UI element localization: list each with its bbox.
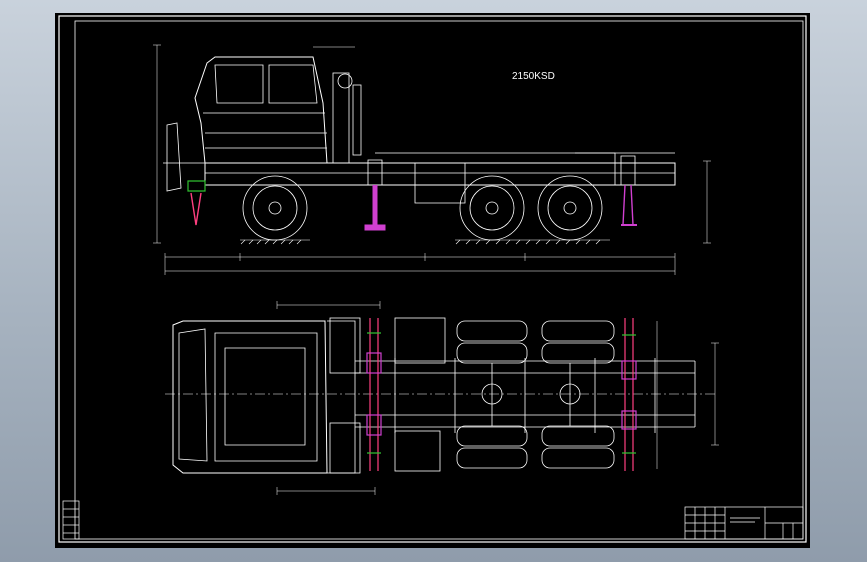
cad-drawing: 2150KSD: [58, 15, 807, 543]
wheel-rear-2: [537, 175, 603, 241]
jack-post-plan-right: [621, 318, 637, 471]
side-view: [153, 44, 711, 275]
outer-border: [58, 15, 807, 543]
jack-stand-middle: [364, 159, 386, 231]
jack-stand-rear: [620, 155, 637, 226]
wheel-rear-1: [459, 175, 525, 241]
plan-view: [165, 301, 719, 495]
jack-stand-front: [187, 180, 206, 226]
inner-frame: [74, 20, 804, 540]
wheel-front: [242, 175, 308, 241]
title-block: [684, 506, 804, 540]
drawing-sheet: 2150KSD: [55, 13, 810, 548]
revision-block: [62, 500, 80, 540]
jack-post-plan-left: [366, 318, 382, 471]
drawing-title: 2150KSD: [512, 71, 555, 82]
